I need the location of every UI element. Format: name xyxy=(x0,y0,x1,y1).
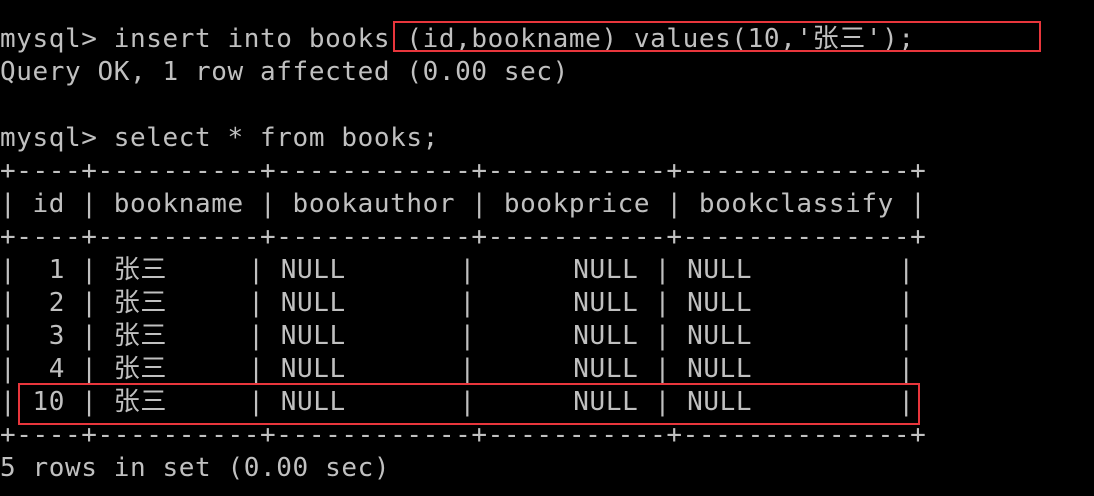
table-row-highlighted: | 10 | 张三 | NULL | NULL | NULL | xyxy=(0,387,915,417)
table-header-row: | id | bookname | bookauthor | bookprice… xyxy=(0,189,927,219)
table-row: | 4 | 张三 | NULL | NULL | NULL | xyxy=(0,354,915,384)
table-border-bottom: +----+----------+------------+----------… xyxy=(0,420,927,450)
table-row: | 3 | 张三 | NULL | NULL | NULL | xyxy=(0,321,915,351)
select-command-line: mysql> select * from books; xyxy=(0,123,439,153)
table-border-top: +----+----------+------------+----------… xyxy=(0,156,927,186)
table-row: | 2 | 张三 | NULL | NULL | NULL | xyxy=(0,288,915,318)
insert-command-line: mysql> insert into books (id,bookname) v… xyxy=(0,24,915,54)
terminal-window[interactable]: mysql> insert into books (id,bookname) v… xyxy=(0,0,1094,496)
table-row: | 1 | 张三 | NULL | NULL | NULL | xyxy=(0,255,915,285)
table-border-mid: +----+----------+------------+----------… xyxy=(0,222,927,252)
insert-result-line: Query OK, 1 row affected (0.00 sec) xyxy=(0,57,569,87)
select-result-line: 5 rows in set (0.00 sec) xyxy=(0,453,391,483)
